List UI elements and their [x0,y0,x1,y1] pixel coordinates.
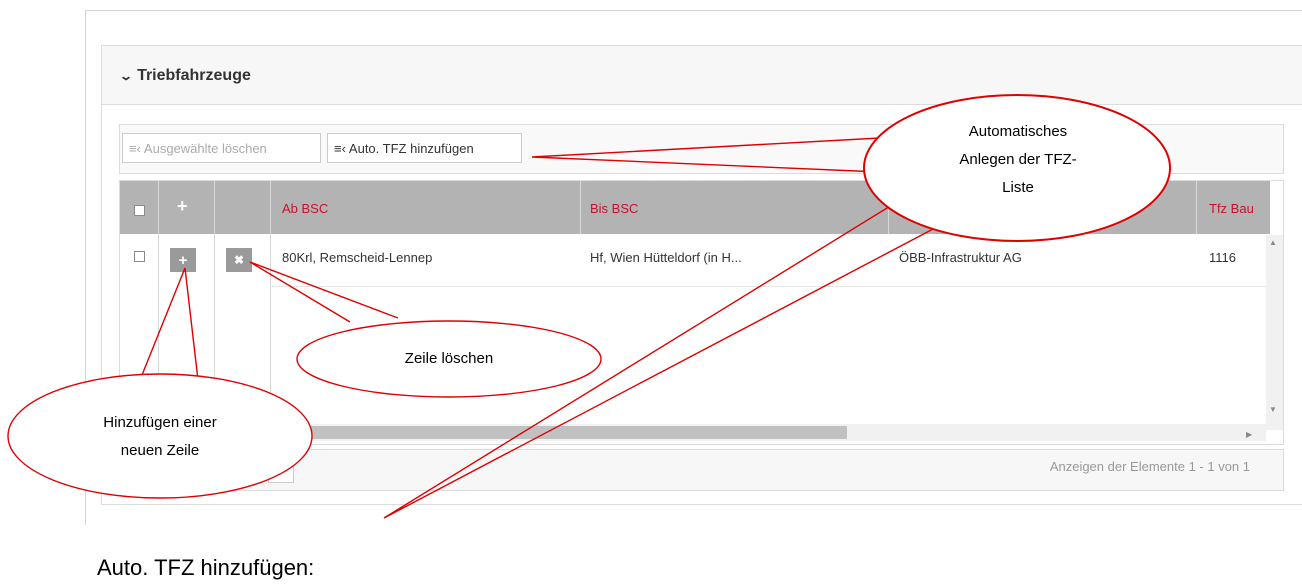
section-caption: Auto. TFZ hinzufügen: [97,555,315,580]
delete-callout-pointer [249,261,399,323]
auto-callout-line: Liste [1002,179,1034,196]
auto-callout-line: Anlegen der TFZ- [959,151,1077,168]
auto-callout-line: Automatisches [968,123,1068,140]
auto-callout-text: Automatisches Anlegen der TFZ- Liste [900,118,1136,202]
add-callout-line: Hinzufügen einer [103,414,217,431]
add-callout-text: Hinzufügen einer neuen Zeile [45,409,275,465]
add-callout-pointer [139,267,199,381]
add-callout-line: neuen Zeile [120,442,200,459]
annotation-overlay [7,94,1171,519]
delete-callout-text: Zeile löschen [404,350,494,367]
auto-callout-pointer [531,137,881,173]
